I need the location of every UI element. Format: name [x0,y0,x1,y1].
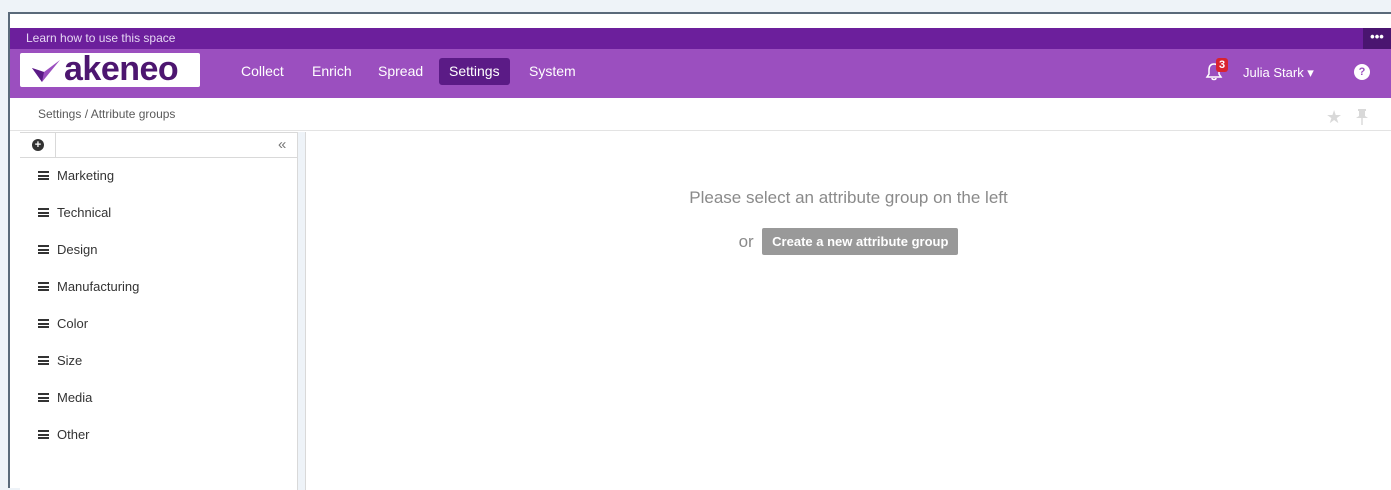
drag-handle-icon[interactable] [38,282,49,291]
learn-bar[interactable]: Learn how to use this space [10,28,1391,49]
create-attribute-group-button[interactable]: Create a new attribute group [762,228,959,255]
attribute-group-label: Marketing [57,168,115,183]
attribute-group-item[interactable]: Design [20,242,290,279]
nav-enrich[interactable]: Enrich [302,58,362,85]
attribute-group-label: Technical [57,205,112,220]
help-icon[interactable]: ? [1354,64,1370,80]
logo[interactable]: akeneo [20,50,200,88]
nav-settings[interactable]: Settings [439,58,510,85]
attribute-group-label: Media [57,390,93,405]
drag-handle-icon[interactable] [38,171,49,180]
add-attribute-group-button[interactable]: + [20,133,56,158]
breadcrumb-bar: Settings / Attribute groups ★ [10,98,1391,131]
learn-bar-text[interactable]: Learn how to use this space [26,31,175,45]
nav-spread[interactable]: Spread [368,58,433,85]
notification-badge: 3 [1216,58,1229,72]
add-circle-icon: + [32,139,44,151]
nav-system[interactable]: System [519,58,586,85]
attribute-group-list: Marketing Technical Design Manufacturing… [20,168,290,464]
collapse-sidebar-icon[interactable]: « [278,136,286,153]
drag-handle-icon[interactable] [38,319,49,328]
attribute-group-item[interactable]: Marketing [20,168,290,205]
create-row: or Create a new attribute group [306,228,1391,255]
drag-handle-icon[interactable] [38,356,49,365]
drag-handle-icon[interactable] [38,430,49,439]
attribute-group-label: Color [57,316,89,331]
drag-handle-icon[interactable] [38,393,49,402]
attribute-group-item[interactable]: Manufacturing [20,279,290,316]
breadcrumb: Settings / Attribute groups [38,107,176,121]
main-navbar: akeneo Collect Enrich Spread Settings Sy… [10,49,1391,98]
attribute-group-item[interactable]: Media [20,390,290,427]
star-icon[interactable]: ★ [1326,108,1344,126]
attribute-group-item[interactable]: Technical [20,205,290,242]
attribute-group-label: Design [57,242,98,257]
attribute-group-sidebar: + « Marketing Technical Design Manufactu… [20,132,298,490]
or-text: or [738,231,754,251]
learn-bar-menu-button[interactable]: ••• [1363,28,1391,49]
drag-handle-icon[interactable] [38,208,49,217]
attribute-group-label: Other [57,427,90,442]
attribute-group-label: Size [57,353,83,368]
akeneo-logo-icon [32,60,60,82]
main-content: Please select an attribute group on the … [306,132,1391,490]
logo-text: akeneo [64,50,179,88]
empty-state-message: Please select an attribute group on the … [689,188,1008,207]
user-menu[interactable]: Julia Stark ▾ [1243,65,1314,81]
attribute-group-item[interactable]: Other [20,427,290,464]
nav-collect[interactable]: Collect [231,58,294,85]
attribute-group-item[interactable]: Color [20,316,290,353]
attribute-group-item[interactable]: Size [20,353,290,390]
attribute-group-label: Manufacturing [57,279,140,294]
sidebar-resize-handle[interactable] [298,132,306,490]
pin-icon[interactable] [1354,108,1370,126]
drag-handle-icon[interactable] [38,245,49,254]
sidebar-toolbar: + « [20,132,298,158]
app-window: Learn how to use this space ••• akeneo C… [8,12,1391,490]
